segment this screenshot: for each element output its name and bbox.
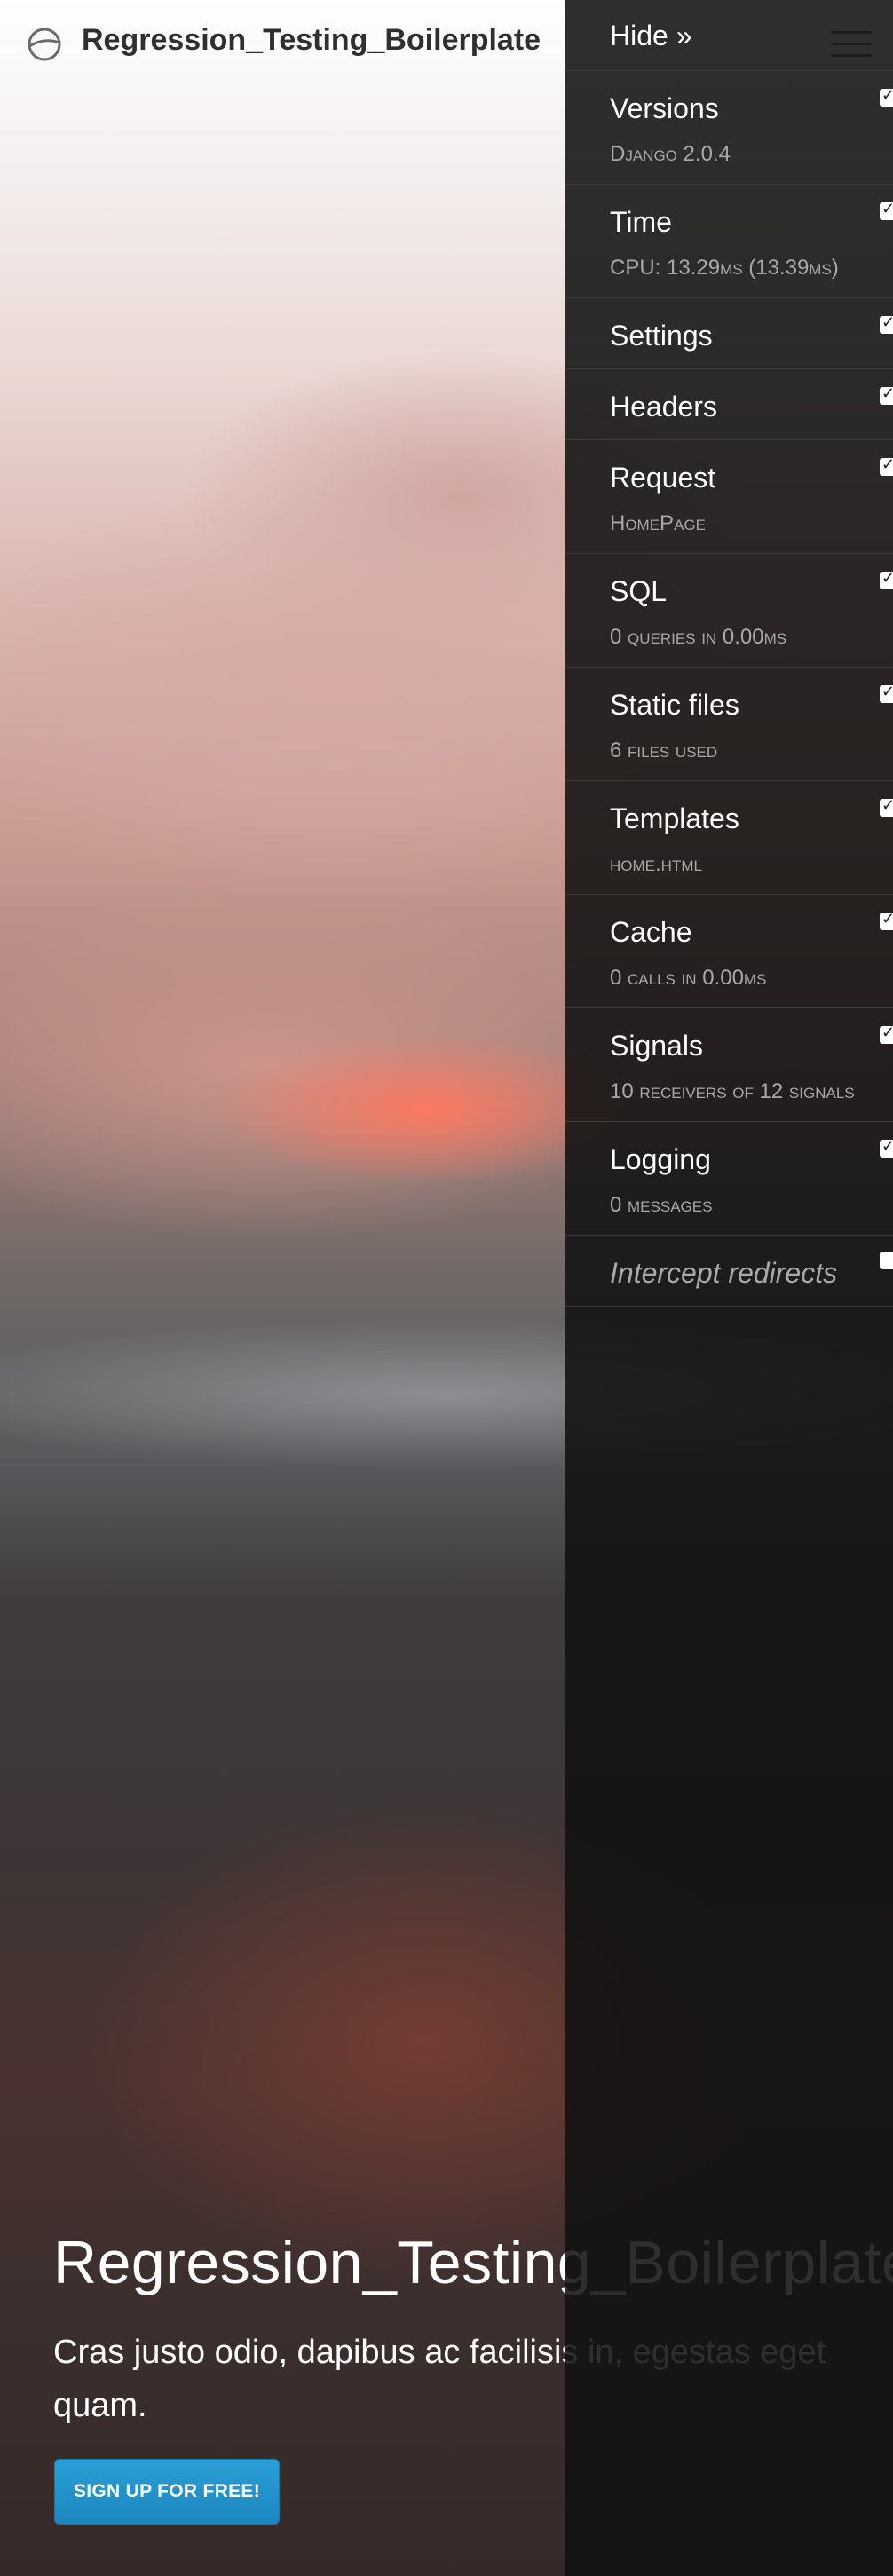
panel-title: Static files	[610, 689, 739, 721]
panel-subtitle: 0 queries in 0.00ms	[610, 625, 787, 649]
panel-subtitle: HomePage	[610, 511, 706, 535]
panel-intercept-redirects[interactable]: Intercept redirects	[565, 1236, 893, 1307]
panel-settings[interactable]: Settings ✓	[565, 298, 893, 369]
panel-subtitle: CPU: 13.29ms (13.39ms)	[610, 256, 839, 280]
panel-title: Intercept redirects	[610, 1257, 838, 1289]
signup-button[interactable]: SIGN UP FOR FREE!	[54, 2459, 280, 2525]
hide-toolbar-button[interactable]: Hide »	[565, 0, 893, 71]
panel-subtitle: 10 receivers of 12 signals	[610, 1079, 855, 1103]
logo-icon[interactable]	[27, 27, 62, 62]
checkmark-icon: ✓	[881, 796, 893, 814]
panel-toggle-checkbox[interactable]: ✓	[880, 313, 893, 334]
panel-title: SQL	[610, 575, 668, 607]
checkmark-icon: ✓	[881, 384, 893, 402]
checkmark-icon: ✓	[881, 455, 893, 473]
checkmark-icon: ✓	[881, 1023, 893, 1041]
panel-title: Time	[610, 206, 672, 238]
panel-versions[interactable]: Versions Django 2.0.4 ✓	[565, 71, 893, 185]
panel-toggle-checkbox[interactable]: ✓	[880, 796, 893, 817]
checkmark-icon: ✓	[881, 200, 893, 217]
checkmark-icon: ✓	[881, 569, 893, 587]
brand-link[interactable]: Regression_Testing_Boilerplate	[82, 23, 541, 58]
panel-title: Settings	[610, 320, 713, 352]
panel-time[interactable]: Time CPU: 13.29ms (13.39ms) ✓	[565, 185, 893, 298]
panel-subtitle: 6 files used	[610, 739, 718, 763]
panel-toggle-checkbox[interactable]: ✓	[880, 1137, 893, 1158]
panel-toggle-checkbox[interactable]: ✓	[880, 683, 893, 703]
panel-toggle-checkbox[interactable]: ✓	[880, 455, 893, 476]
panel-subtitle: 0 messages	[610, 1193, 713, 1217]
checkmark-icon: ✓	[881, 86, 893, 104]
checkmark-icon: ✓	[881, 910, 893, 928]
panel-subtitle: 0 calls in 0.00ms	[610, 966, 767, 990]
panel-toggle-checkbox[interactable]	[880, 1252, 893, 1269]
panel-subtitle: Django 2.0.4	[610, 142, 731, 166]
panel-toggle-checkbox[interactable]: ✓	[880, 86, 893, 107]
panel-title: Request	[610, 462, 716, 494]
panel-sql[interactable]: SQL 0 queries in 0.00ms ✓	[565, 554, 893, 668]
panel-subtitle: home.html	[610, 852, 702, 876]
checkmark-icon: ✓	[881, 683, 893, 700]
panel-headers[interactable]: Headers ✓	[565, 369, 893, 440]
checkmark-icon: ✓	[881, 313, 893, 331]
panel-signals[interactable]: Signals 10 receivers of 12 signals ✓	[565, 1008, 893, 1122]
panel-title: Logging	[610, 1143, 711, 1175]
panel-title: Signals	[610, 1030, 703, 1062]
hide-toolbar-label: Hide »	[610, 20, 692, 51]
checkmark-icon: ✓	[881, 1137, 893, 1155]
panel-title: Versions	[610, 92, 719, 124]
debug-toolbar-panel: Hide » Versions Django 2.0.4 ✓ Time CPU:…	[565, 0, 893, 2576]
panel-title: Headers	[610, 391, 717, 423]
panel-toggle-checkbox[interactable]: ✓	[880, 910, 893, 930]
panel-cache[interactable]: Cache 0 calls in 0.00ms ✓	[565, 895, 893, 1008]
panel-logging[interactable]: Logging 0 messages ✓	[565, 1122, 893, 1236]
panel-toggle-checkbox[interactable]: ✓	[880, 384, 893, 405]
panel-title: Templates	[610, 802, 739, 834]
panel-templates[interactable]: Templates home.html ✓	[565, 781, 893, 895]
panel-toggle-checkbox[interactable]: ✓	[880, 200, 893, 220]
panel-title: Cache	[610, 916, 692, 948]
panel-toggle-checkbox[interactable]: ✓	[880, 569, 893, 589]
panel-static-files[interactable]: Static files 6 files used ✓	[565, 668, 893, 781]
panel-request[interactable]: Request HomePage ✓	[565, 440, 893, 554]
panel-toggle-checkbox[interactable]: ✓	[880, 1023, 893, 1044]
